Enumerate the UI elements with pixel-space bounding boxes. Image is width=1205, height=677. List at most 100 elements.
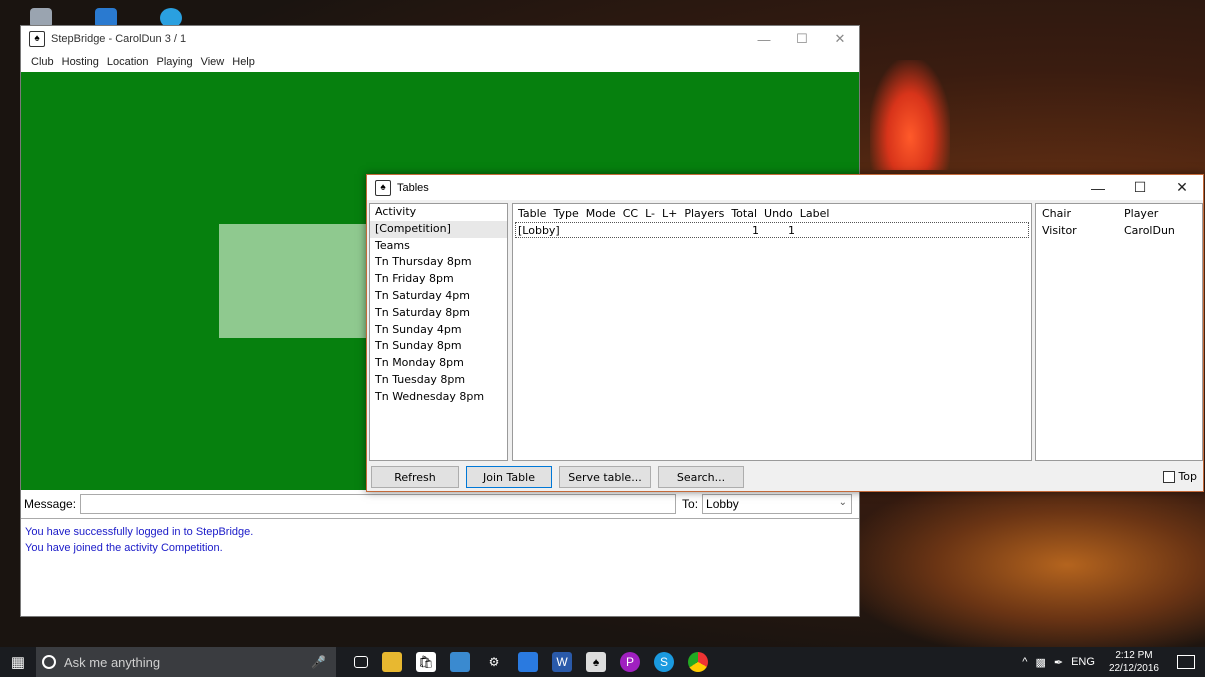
recipient-select[interactable]: Lobby ⌄ (702, 494, 853, 514)
chair-row[interactable]: Visitor CarolDun (1036, 222, 1202, 238)
store-icon[interactable]: 🛍 (416, 652, 436, 672)
menu-help[interactable]: Help (228, 56, 259, 68)
tables-window: ♠ Tables — ☐ ✕ Activity [Competition] Te… (366, 174, 1204, 492)
activity-item[interactable]: Tn Saturday 4pm (370, 288, 507, 305)
activity-item[interactable]: Teams (370, 238, 507, 255)
message-input[interactable] (80, 494, 677, 514)
chair-list-header: Chair Player (1036, 204, 1202, 222)
activity-item[interactable]: [Competition] (370, 220, 507, 238)
players-cell: 1 (752, 224, 759, 237)
activity-header: Activity (375, 205, 417, 218)
column-type[interactable]: Type (553, 207, 578, 220)
menu-club[interactable]: Club (27, 56, 58, 68)
chat-line: You have joined the activity Competition… (25, 542, 223, 554)
chrome-icon[interactable] (688, 652, 708, 672)
docs-icon[interactable] (518, 652, 538, 672)
taskbar: ▦ Ask me anything 🎤 🛍 ⚙ W ♠ P S ^ ▩ ✒ EN… (0, 647, 1205, 677)
activity-item[interactable]: Tn Tuesday 8pm (370, 372, 507, 389)
p-app-icon[interactable]: P (620, 652, 640, 672)
message-row: Message: To: Lobby ⌄ (21, 493, 859, 515)
activity-item[interactable]: Tn Sunday 8pm (370, 338, 507, 355)
tables-titlebar[interactable]: ♠ Tables — ☐ ✕ (367, 175, 1203, 200)
chair-cell: Visitor (1042, 223, 1077, 237)
column-label[interactable]: Label (800, 207, 830, 220)
close-button[interactable]: ✕ (1161, 175, 1203, 200)
activity-item[interactable]: Tn Friday 8pm (370, 271, 507, 288)
minimize-button[interactable]: — (1077, 175, 1119, 200)
activity-item[interactable]: Tn Thursday 8pm (370, 254, 507, 271)
recipient-value: Lobby (706, 497, 739, 511)
battery-icon[interactable]: ▩ (1035, 656, 1045, 669)
table-row[interactable]: [Lobby] 1 1 (515, 222, 1029, 238)
player-cell: CarolDun (1124, 223, 1175, 237)
notification-icon[interactable] (1177, 655, 1195, 669)
column-total[interactable]: Total (731, 207, 757, 220)
chevron-up-icon[interactable]: ^ (1022, 656, 1027, 668)
microphone-icon[interactable]: 🎤 (311, 655, 326, 669)
activity-item[interactable]: Tn Monday 8pm (370, 355, 507, 372)
menu-playing[interactable]: Playing (153, 56, 197, 68)
tables-list[interactable]: Table Type Mode CC L- L+ Players Total U… (512, 203, 1032, 461)
column-undo[interactable]: Undo (764, 207, 793, 220)
clock-time: 2:12 PM (1115, 650, 1153, 661)
column-l-plus[interactable]: L+ (662, 207, 677, 220)
main-titlebar[interactable]: ♠ StepBridge - CarolDun 3 / 1 — ☐ ✕ (21, 26, 859, 52)
close-button[interactable]: ✕ (821, 26, 859, 52)
total-cell: 1 (788, 224, 795, 237)
cortana-search[interactable]: Ask me anything 🎤 (36, 647, 336, 677)
stepbridge-app-icon: ♠ (29, 31, 45, 47)
column-player[interactable]: Player (1124, 207, 1158, 220)
tables-button-row: Refresh Join Table Serve table... Search… (371, 466, 744, 488)
table-name-cell: [Lobby] (518, 224, 560, 237)
photos-icon[interactable] (450, 652, 470, 672)
chat-line: You have successfully logged in to StepB… (25, 526, 254, 538)
column-players[interactable]: Players (684, 207, 724, 220)
wallpaper-flower (870, 60, 950, 170)
serve-table-button[interactable]: Serve table... (559, 466, 651, 488)
top-checkbox[interactable] (1163, 470, 1176, 483)
menu-hosting[interactable]: Hosting (58, 56, 103, 68)
activity-item[interactable]: Tn Sunday 4pm (370, 322, 507, 339)
activity-item[interactable]: Tn Saturday 8pm (370, 305, 507, 322)
clock-date: 22/12/2016 (1108, 663, 1159, 674)
system-tray: ^ ▩ ✒ ENG 2:12 PM 22/12/2016 (1022, 647, 1205, 677)
minimize-button[interactable]: — (745, 26, 783, 52)
column-mode[interactable]: Mode (586, 207, 616, 220)
skype-icon[interactable]: S (654, 652, 674, 672)
task-view-icon[interactable] (354, 656, 368, 668)
word-icon[interactable]: W (552, 652, 572, 672)
maximize-button[interactable]: ☐ (783, 26, 821, 52)
tables-list-header: Table Type Mode CC L- L+ Players Total U… (513, 204, 1031, 222)
top-label: Top (1178, 470, 1197, 483)
stepbridge-app-icon: ♠ (375, 179, 391, 196)
language-indicator[interactable]: ENG (1071, 656, 1095, 668)
column-l-minus[interactable]: L- (645, 207, 655, 220)
windows-icon[interactable]: ▦ (0, 653, 36, 671)
search-button[interactable]: Search... (658, 466, 744, 488)
search-placeholder: Ask me anything (64, 654, 161, 670)
menu-location[interactable]: Location (103, 56, 153, 68)
pen-icon[interactable]: ✒ (1054, 656, 1063, 669)
menu-view[interactable]: View (197, 56, 229, 68)
join-table-button[interactable]: Join Table (466, 466, 552, 488)
column-cc[interactable]: CC (623, 207, 638, 220)
activity-item[interactable]: Tn Wednesday 8pm (370, 389, 507, 406)
table-center-panel (219, 224, 379, 338)
stepbridge-icon[interactable]: ♠ (586, 652, 606, 672)
main-window-title: StepBridge - CarolDun 3 / 1 (51, 33, 187, 45)
file-explorer-icon[interactable] (382, 652, 402, 672)
chair-list[interactable]: Chair Player Visitor CarolDun (1035, 203, 1203, 461)
maximize-button[interactable]: ☐ (1119, 175, 1161, 200)
settings-icon[interactable]: ⚙ (484, 652, 504, 672)
wallpaper-glow (860, 480, 1205, 650)
top-toggle[interactable]: Top (1163, 470, 1197, 483)
cortana-icon (42, 655, 56, 669)
column-chair[interactable]: Chair (1036, 207, 1124, 220)
refresh-button[interactable]: Refresh (371, 466, 459, 488)
clock[interactable]: 2:12 PM 22/12/2016 (1109, 649, 1159, 675)
chat-log[interactable]: You have successfully logged in to StepB… (21, 518, 859, 616)
main-menubar: Club Hosting Location Playing View Help (21, 52, 859, 72)
activity-list[interactable]: Activity [Competition] Teams Tn Thursday… (369, 203, 508, 461)
column-table[interactable]: Table (518, 207, 546, 220)
to-label: To: (682, 497, 699, 511)
